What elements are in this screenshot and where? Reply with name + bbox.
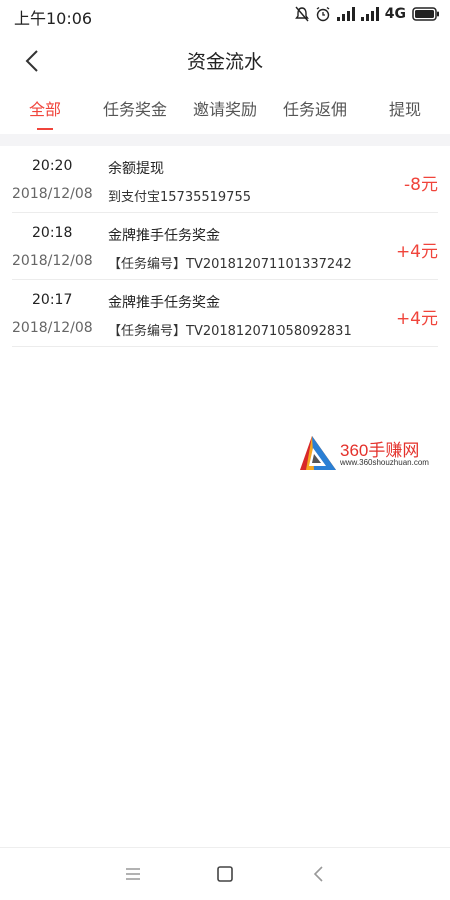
transaction-amount: +4元 xyxy=(395,242,438,262)
tab-all[interactable]: 全部 xyxy=(0,92,90,132)
watermark: 360手赚网 www.360shouzhuan.com xyxy=(298,434,448,474)
tab-withdraw[interactable]: 提现 xyxy=(360,92,450,132)
system-back-button[interactable] xyxy=(307,863,331,885)
menu-button[interactable] xyxy=(121,863,145,885)
back-triangle-icon xyxy=(313,866,323,882)
watermark-logo-icon xyxy=(300,436,336,470)
system-nav-bar xyxy=(0,847,450,900)
battery-icon xyxy=(412,7,439,21)
status-icons: 4G xyxy=(294,6,440,22)
status-bar: 上午10:06 4G xyxy=(0,0,450,30)
section-divider xyxy=(0,134,450,146)
transaction-date: 2018/12/08 xyxy=(12,253,93,269)
transaction-time: 20:20 xyxy=(32,158,73,174)
transaction-time: 20:18 xyxy=(32,225,73,241)
transaction-list: 20:20 2018/12/08 余额提现 到支付宝15735519755 -8… xyxy=(0,146,450,347)
tab-task-bonus[interactable]: 任务奖金 xyxy=(90,92,180,132)
mute-icon xyxy=(294,6,309,22)
transaction-amount: -8元 xyxy=(404,175,438,195)
transaction-amount: +4元 xyxy=(395,309,438,329)
header: 资金流水 xyxy=(0,30,450,90)
tab-task-commission[interactable]: 任务返佣 xyxy=(270,92,360,132)
hd-signal-icon xyxy=(360,7,379,21)
tab-invite-reward[interactable]: 邀请奖励 xyxy=(180,92,270,132)
home-button[interactable] xyxy=(213,863,237,885)
transaction-title: 金牌推手任务奖金 xyxy=(108,295,220,311)
transaction-row[interactable]: 20:20 2018/12/08 余额提现 到支付宝15735519755 -8… xyxy=(12,146,438,213)
status-time: 上午10:06 xyxy=(14,9,93,28)
transaction-detail: 【任务编号】TV201812071058092831 xyxy=(108,324,352,339)
transaction-row[interactable]: 20:17 2018/12/08 金牌推手任务奖金 【任务编号】TV201812… xyxy=(12,280,438,347)
transaction-detail: 到支付宝15735519755 xyxy=(108,190,251,205)
page-title: 资金流水 xyxy=(186,51,263,73)
transaction-date: 2018/12/08 xyxy=(12,186,93,202)
network-type: 4G xyxy=(384,6,406,22)
tab-bar: 全部 任务奖金 邀请奖励 任务返佣 提现 xyxy=(0,92,450,132)
transaction-title: 金牌推手任务奖金 xyxy=(108,228,220,244)
transaction-title: 余额提现 xyxy=(108,161,164,177)
transaction-time: 20:17 xyxy=(32,292,73,308)
menu-icon xyxy=(126,868,140,880)
signal-icon xyxy=(336,7,355,21)
watermark-url: www.360shouzhuan.com xyxy=(340,458,429,467)
alarm-icon xyxy=(316,6,330,22)
transaction-detail: 【任务编号】TV201812071101337242 xyxy=(108,257,352,272)
transaction-row[interactable]: 20:18 2018/12/08 金牌推手任务奖金 【任务编号】TV201812… xyxy=(12,213,438,280)
transaction-date: 2018/12/08 xyxy=(12,320,93,336)
home-square-icon xyxy=(217,866,233,882)
